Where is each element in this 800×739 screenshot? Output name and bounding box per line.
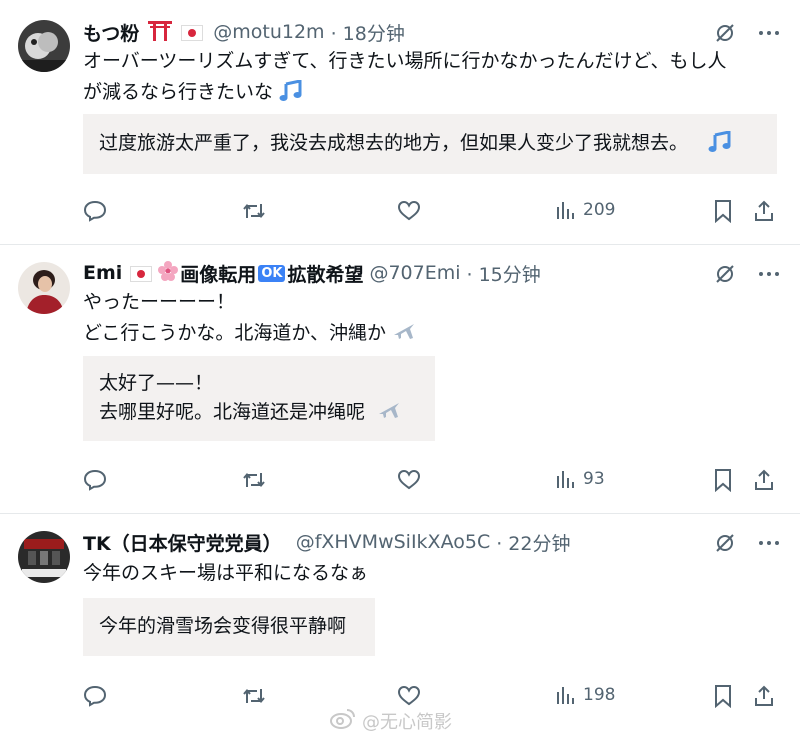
avatar[interactable] [18,20,70,72]
grok-icon[interactable] [714,22,736,48]
like-icon[interactable] [397,684,421,708]
avatar[interactable] [18,531,70,583]
bookmark-icon[interactable] [712,468,734,492]
reply-icon[interactable] [83,468,107,492]
views-button[interactable]: 93 [555,468,605,490]
more-options-icon[interactable] [758,532,780,558]
reply-icon[interactable] [83,199,107,223]
timestamp[interactable]: · 22分钟 [496,529,570,556]
post-header: もつ粉 @motu12m · 18分钟 [83,18,405,46]
weibo-icon [330,707,356,734]
post-header: Emi 画像転用 OK 拡散希望 @707Emi · 15分钟 [83,259,541,287]
bookmark-icon[interactable] [712,199,734,223]
header-icons [714,263,780,289]
display-name[interactable]: もつ粉 [83,19,139,46]
grok-icon[interactable] [714,263,736,289]
text-line: どこ行こうかな。北海道か、沖縄か [83,322,387,344]
ok-badge-icon: OK [258,264,286,282]
display-name[interactable]: Emi [83,262,122,284]
divider [0,244,800,245]
user-handle[interactable]: @motu12m [213,21,324,43]
divider [0,513,800,514]
display-name-extra: 画像転用 [180,263,257,286]
user-handle[interactable]: @fXHVMwSiIkXAo5C [296,531,491,553]
post-text: やったーーーー！ どこ行こうかな。北海道か、沖縄か [83,287,783,349]
more-options-icon[interactable] [758,22,780,48]
airplane-icon [371,401,401,423]
repost-icon[interactable] [242,468,266,492]
japan-flag-icon [130,262,153,284]
text-line: やったーーーー！ [83,291,236,313]
reply-icon[interactable] [83,684,107,708]
views-count: 209 [583,200,616,220]
translation-box: 过度旅游太严重了，我没去成想去的地方，但如果人变少了我就想去。 [83,114,777,174]
views-icon [555,199,577,221]
airplane-icon [392,322,416,344]
display-name[interactable]: TK（日本保守党党員） [83,529,282,556]
timestamp[interactable]: · 15分钟 [467,260,541,287]
japan-flag-icon [181,21,204,43]
translation-line: 太好了——！ [99,372,214,394]
watermark: @无心简影 [330,707,452,734]
display-name-extra: 拡散希望 [287,263,364,286]
translation-box: 太好了——！ 去哪里好呢。北海道还是冲绳呢 [83,356,435,441]
timestamp[interactable]: · 18分钟 [331,19,405,46]
header-icons [714,532,780,558]
translation-line: 今年的滑雪场会变得很平静啊 [99,615,347,637]
post-header: TK（日本保守党党員） @fXHVMwSiIkXAo5C · 22分钟 [83,528,570,556]
post-text: 今年のスキー場は平和になるなぁ [83,558,783,589]
action-bar: 209 [0,199,800,229]
cherry-blossom-icon [158,260,179,286]
text-line: 今年のスキー場は平和になるなぁ [83,562,369,584]
translation-line: 去哪里好呢。北海道还是冲绳呢 [99,401,366,423]
like-icon[interactable] [397,468,421,492]
bookmark-icon[interactable] [712,684,734,708]
share-icon[interactable] [752,199,776,223]
views-icon [555,468,577,490]
watermark-text: @无心简影 [362,711,452,733]
more-options-icon[interactable] [758,263,780,289]
views-button[interactable]: 209 [555,199,615,221]
user-handle[interactable]: @707Emi [369,262,460,284]
views-count: 198 [583,685,616,705]
action-bar: 93 [0,468,800,498]
grok-icon[interactable] [714,532,736,558]
text-line: が減るなら行きたいな [83,81,274,103]
music-note-icon [279,79,303,103]
views-button[interactable]: 198 [555,684,615,706]
repost-icon[interactable] [242,199,266,223]
translation-line: 过度旅游太严重了，我没去成想去的地方，但如果人变少了我就想去。 [99,132,689,154]
like-icon[interactable] [397,199,421,223]
header-icons [714,22,780,48]
text-line: オーバーツーリズムすぎて、行きたい場所に行かなかったんだけど、もし人 [83,50,727,72]
post-text: オーバーツーリズムすぎて、行きたい場所に行かなかったんだけど、もし人 が減るなら… [83,46,783,108]
repost-icon[interactable] [242,684,266,708]
share-icon[interactable] [752,468,776,492]
views-icon [555,684,577,706]
avatar[interactable] [18,262,70,314]
torii-icon [147,19,173,46]
translation-box: 今年的滑雪场会变得很平静啊 [83,598,375,656]
music-note-icon [694,130,732,154]
share-icon[interactable] [752,684,776,708]
views-count: 93 [583,469,605,489]
